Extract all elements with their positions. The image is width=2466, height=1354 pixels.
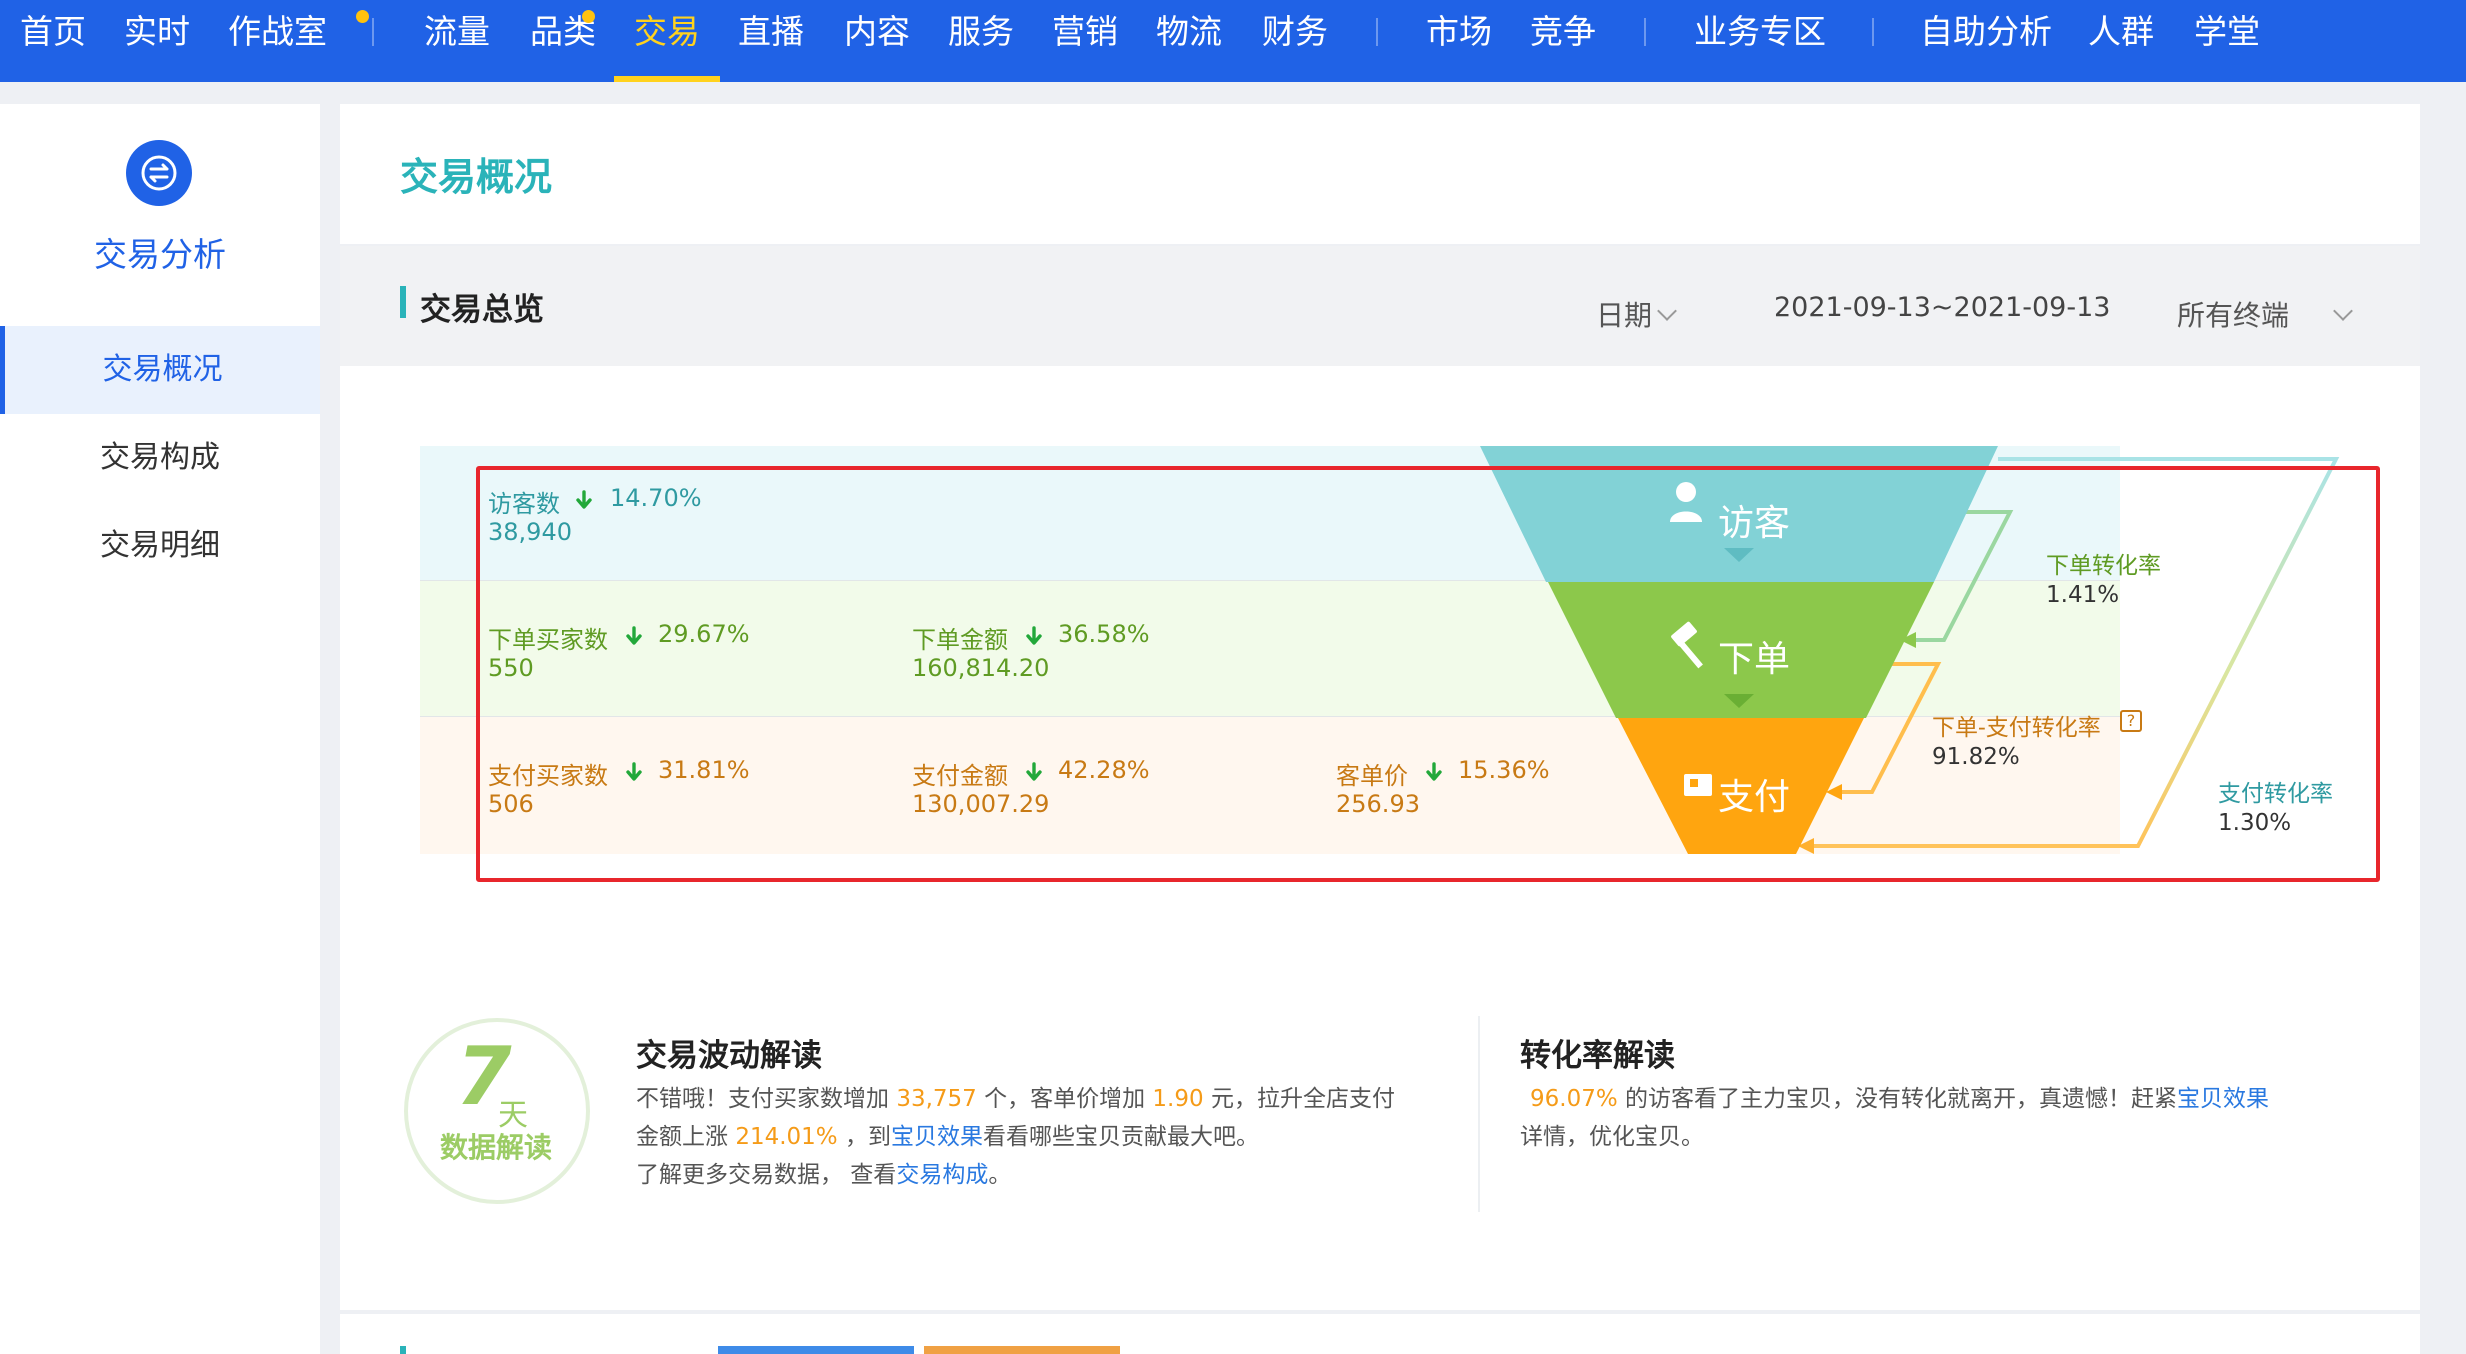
- text-segment: 的访客看了主力宝贝，没有转化就离开，真遗憾！赶紧: [1617, 1086, 2178, 1112]
- nav-business-zone[interactable]: 业务专区: [1694, 0, 1826, 82]
- buyers-increase-value: 33,757: [896, 1086, 977, 1112]
- conversion-interpretation-line: 96.07% 的访客看了主力宝贝，没有转化就离开，真遗憾！赶紧宝贝效果: [1530, 1080, 2269, 1118]
- text-segment: 金额上涨: [636, 1124, 736, 1150]
- wave-interpretation-line: 金额上涨 214.01% ，到宝贝效果看看哪些宝贝贡献最大吧。: [636, 1118, 1259, 1156]
- trade-analysis-icon: [126, 140, 192, 206]
- interpretation-divider: [1478, 1016, 1480, 1212]
- next-section-card: [340, 1314, 2420, 1354]
- conversion-interpretation-line: 详情，优化宝贝。: [1520, 1124, 1704, 1150]
- section-accent: [400, 286, 406, 318]
- conversion-interpretation-title: 转化率解读: [1520, 1038, 1675, 1074]
- sidebar-item-trade-overview[interactable]: 交易概况: [0, 326, 320, 414]
- nav-content[interactable]: 内容: [844, 0, 910, 82]
- highlight-box: [476, 466, 2380, 882]
- avg-price-increase-value: 1.90: [1152, 1086, 1204, 1112]
- text-segment: ，到: [837, 1124, 891, 1150]
- item-effect-link[interactable]: 宝贝效果: [891, 1124, 983, 1150]
- item-effect-link[interactable]: 宝贝效果: [2177, 1086, 2269, 1112]
- pay-amount-increase-value: 214.01%: [735, 1124, 838, 1150]
- text-segment: 不错哦！支付买家数增加: [636, 1086, 897, 1112]
- nav-competition[interactable]: 竞争: [1530, 0, 1596, 82]
- nav-crowd[interactable]: 人群: [2088, 0, 2154, 82]
- nav-active-underline: [614, 76, 720, 82]
- nav-logistics[interactable]: 物流: [1156, 0, 1222, 82]
- text-segment: 看看哪些宝贝贡献最大吧。: [982, 1124, 1259, 1150]
- terminal-dropdown[interactable]: 所有终端: [2177, 294, 2289, 334]
- page-title: 交易概况: [400, 155, 553, 199]
- date-range-value[interactable]: 2021-09-13~2021-09-13: [1774, 292, 2110, 323]
- header-card-extension: [1420, 104, 2420, 244]
- nav-separator: [372, 18, 374, 46]
- nav-self-analysis[interactable]: 自助分析: [1920, 0, 2052, 82]
- wave-interpretation-title: 交易波动解读: [636, 1038, 822, 1074]
- nav-market[interactable]: 市场: [1426, 0, 1492, 82]
- nav-separator: [1872, 18, 1874, 46]
- text-segment: 个，客单价增加: [976, 1086, 1153, 1112]
- tab-button[interactable]: [924, 1346, 1120, 1354]
- wave-interpretation-line: 不错哦！支付买家数增加 33,757 个，客单价增加 1.90 元，拉升全店支付: [636, 1080, 1395, 1118]
- nav-trade[interactable]: 交易: [634, 0, 700, 82]
- nav-finance[interactable]: 财务: [1262, 0, 1328, 82]
- nav-traffic[interactable]: 流量: [424, 0, 490, 82]
- nav-service[interactable]: 服务: [948, 0, 1014, 82]
- nav-separator: [1376, 18, 1378, 46]
- overview-title: 交易总览: [420, 292, 544, 328]
- trade-composition-link[interactable]: 交易构成: [896, 1162, 988, 1188]
- nav-home[interactable]: 首页: [20, 0, 86, 82]
- section-accent: [400, 1346, 406, 1354]
- text-segment: 元，拉升全店支付: [1203, 1086, 1395, 1112]
- sidebar-item-trade-details[interactable]: 交易明细: [0, 502, 320, 590]
- nav-separator: [1644, 18, 1646, 46]
- text-segment: 了解更多交易数据， 查看: [636, 1162, 897, 1188]
- nav-war-room[interactable]: 作战室: [228, 0, 327, 82]
- sidebar-item-trade-composition[interactable]: 交易构成: [0, 414, 320, 502]
- nav-realtime[interactable]: 实时: [124, 0, 190, 82]
- nav-academy[interactable]: 学堂: [2194, 0, 2260, 82]
- badge-text: 数据解读: [440, 1131, 553, 1164]
- wave-interpretation-line: 了解更多交易数据， 查看交易构成。: [636, 1156, 1011, 1194]
- text-segment: 。: [988, 1162, 1012, 1188]
- nav-live[interactable]: 直播: [738, 0, 804, 82]
- tab-button[interactable]: [718, 1346, 914, 1354]
- top-nav: 首页 实时 作战室 流量 品类 交易 直播 内容 服务 营销 物流 财务 市场 …: [0, 0, 2466, 82]
- sidebar-title: 交易分析: [94, 235, 226, 274]
- nav-notification-dot: [356, 10, 369, 23]
- nav-notification-dot: [582, 10, 595, 23]
- nav-marketing[interactable]: 营销: [1052, 0, 1118, 82]
- sidebar: 交易分析 交易概况 交易构成 交易明细: [0, 104, 320, 1354]
- date-dropdown[interactable]: 日期: [1596, 294, 1652, 334]
- bounce-rate-value: 96.07%: [1530, 1086, 1618, 1112]
